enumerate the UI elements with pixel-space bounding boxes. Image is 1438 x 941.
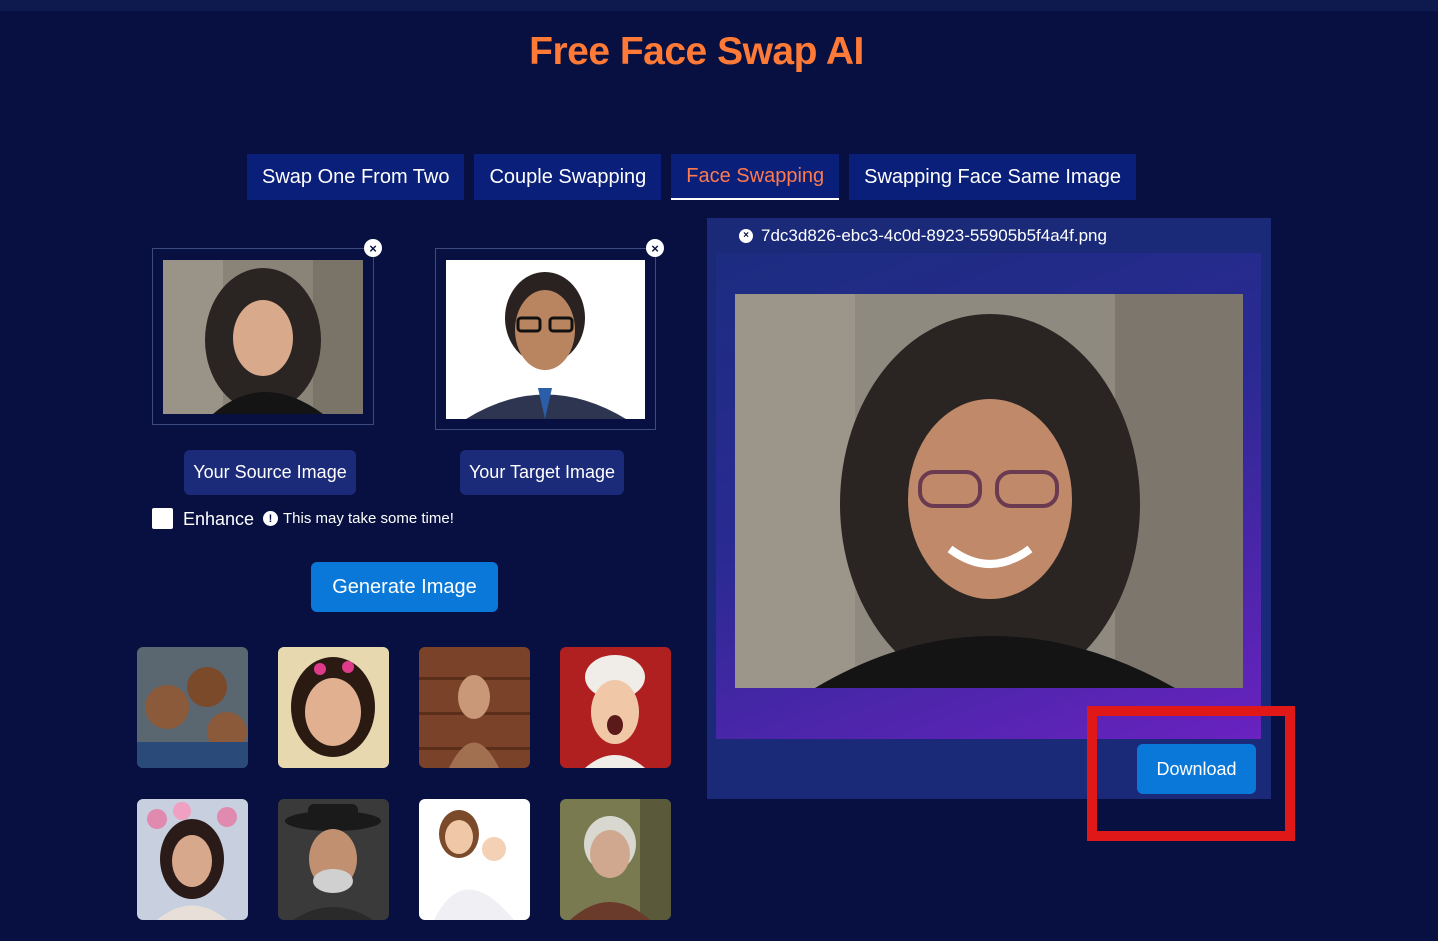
top-bar: [0, 0, 1438, 11]
result-filename: 7dc3d826-ebc3-4c0d-8923-55905b5f4a4f.png: [761, 226, 1107, 245]
sample-image-towel-woman[interactable]: [560, 647, 671, 768]
download-highlight-box: [1087, 706, 1295, 841]
page-title: Free Face Swap AI: [529, 30, 864, 73]
mode-tabs: Swap One From Two Couple Swapping Face S…: [247, 154, 1136, 200]
result-file-row: × 7dc3d826-ebc3-4c0d-8923-55905b5f4a4f.p…: [739, 226, 1107, 246]
sample-image-flower-girl[interactable]: [137, 799, 248, 920]
result-image: [735, 294, 1243, 688]
target-image-preview: [446, 260, 645, 419]
sample-image-wood[interactable]: [419, 647, 530, 768]
tab-couple-swapping[interactable]: Couple Swapping: [474, 154, 662, 200]
sample-image-cowboy[interactable]: [278, 799, 389, 920]
sample-image-girl[interactable]: [278, 647, 389, 768]
info-icon: !: [263, 511, 278, 526]
target-image-button[interactable]: Your Target Image: [460, 450, 624, 495]
enhance-label: Enhance: [183, 509, 255, 529]
source-image-preview: [163, 260, 363, 414]
tab-face-swapping[interactable]: Face Swapping: [671, 154, 840, 200]
target-close-icon[interactable]: ×: [646, 239, 664, 257]
sample-image-kids[interactable]: [137, 647, 248, 768]
source-close-icon[interactable]: ×: [364, 239, 382, 257]
result-close-icon[interactable]: ×: [739, 229, 753, 243]
processing-note: This may take some time!: [283, 510, 454, 527]
sample-image-mother-baby[interactable]: [419, 799, 530, 920]
tab-swap-one-from-two[interactable]: Swap One From Two: [247, 154, 465, 200]
generate-image-button[interactable]: Generate Image: [311, 562, 498, 612]
enhance-checkbox[interactable]: [152, 508, 173, 529]
sample-image-old-woman[interactable]: [560, 799, 671, 920]
tab-swapping-face-same-image[interactable]: Swapping Face Same Image: [849, 154, 1136, 200]
source-image-button[interactable]: Your Source Image: [184, 450, 356, 495]
